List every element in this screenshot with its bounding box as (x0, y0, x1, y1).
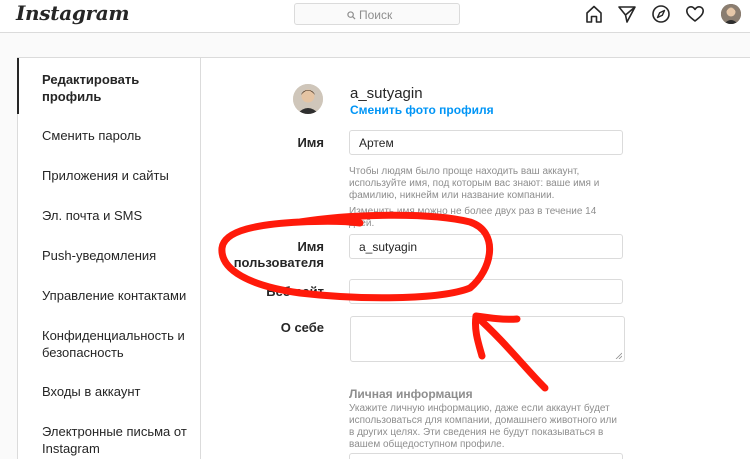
change-profile-photo-link[interactable]: Сменить фото профиля (350, 103, 494, 117)
sidebar-item-apps-and-websites[interactable]: Приложения и сайты (42, 167, 192, 184)
website-input[interactable] (349, 279, 623, 304)
sidebar-item-emails-from-instagram[interactable]: Электронные письма от Instagram (42, 423, 192, 457)
sidebar-item-change-password[interactable]: Сменить пароль (42, 127, 192, 144)
username-input[interactable]: a_sutyagin (349, 234, 623, 259)
name-label: Имя (297, 135, 324, 150)
personal-info-hint: Укажите личную информацию, даже если акк… (349, 403, 617, 450)
direct-icon[interactable] (617, 4, 637, 24)
name-hint: Чтобы людям было проще находить ваш акка… (349, 166, 600, 201)
resize-handle-icon[interactable] (615, 352, 622, 359)
activity-heart-icon[interactable] (685, 4, 705, 24)
home-icon[interactable] (584, 4, 604, 24)
name-input[interactable]: Артем (349, 130, 623, 155)
sidebar-item-privacy-and-security[interactable]: Конфиденциальность и безопасность (42, 327, 187, 361)
bio-label: О себе (280, 320, 324, 335)
search-icon (347, 11, 356, 20)
top-navigation-bar: Instagram Поиск (0, 0, 750, 33)
personal-info-title: Личная информация (349, 387, 473, 401)
sidebar-item-login-activity[interactable]: Входы в аккаунт (42, 383, 192, 400)
search-placeholder: Поиск (359, 8, 393, 22)
sidebar-item-edit-profile[interactable]: Редактировать профиль (42, 71, 182, 105)
bio-textarea[interactable] (350, 316, 625, 362)
sidebar-item-email-and-sms[interactable]: Эл. почта и SMS (42, 207, 192, 224)
website-label: Веб-сайт (266, 284, 324, 299)
instagram-logo[interactable]: Instagram (16, 1, 130, 25)
sidebar-item-manage-contacts[interactable]: Управление контактами (42, 287, 192, 304)
profile-username: a_sutyagin (350, 85, 423, 102)
profile-avatar-icon[interactable] (721, 4, 741, 24)
email-input-partial[interactable] (349, 453, 623, 459)
profile-photo[interactable] (293, 84, 323, 114)
explore-icon[interactable] (651, 4, 671, 24)
search-box[interactable]: Поиск (294, 3, 460, 25)
sidebar-item-push-notifications[interactable]: Push-уведомления (42, 247, 192, 264)
settings-sidebar: Редактировать профиль Сменить пароль При… (17, 58, 201, 459)
name-change-limit-hint: Изменить имя можно не более двух раз в т… (349, 206, 597, 229)
active-item-indicator (17, 58, 19, 114)
username-label: Имя пользователя (233, 239, 324, 270)
